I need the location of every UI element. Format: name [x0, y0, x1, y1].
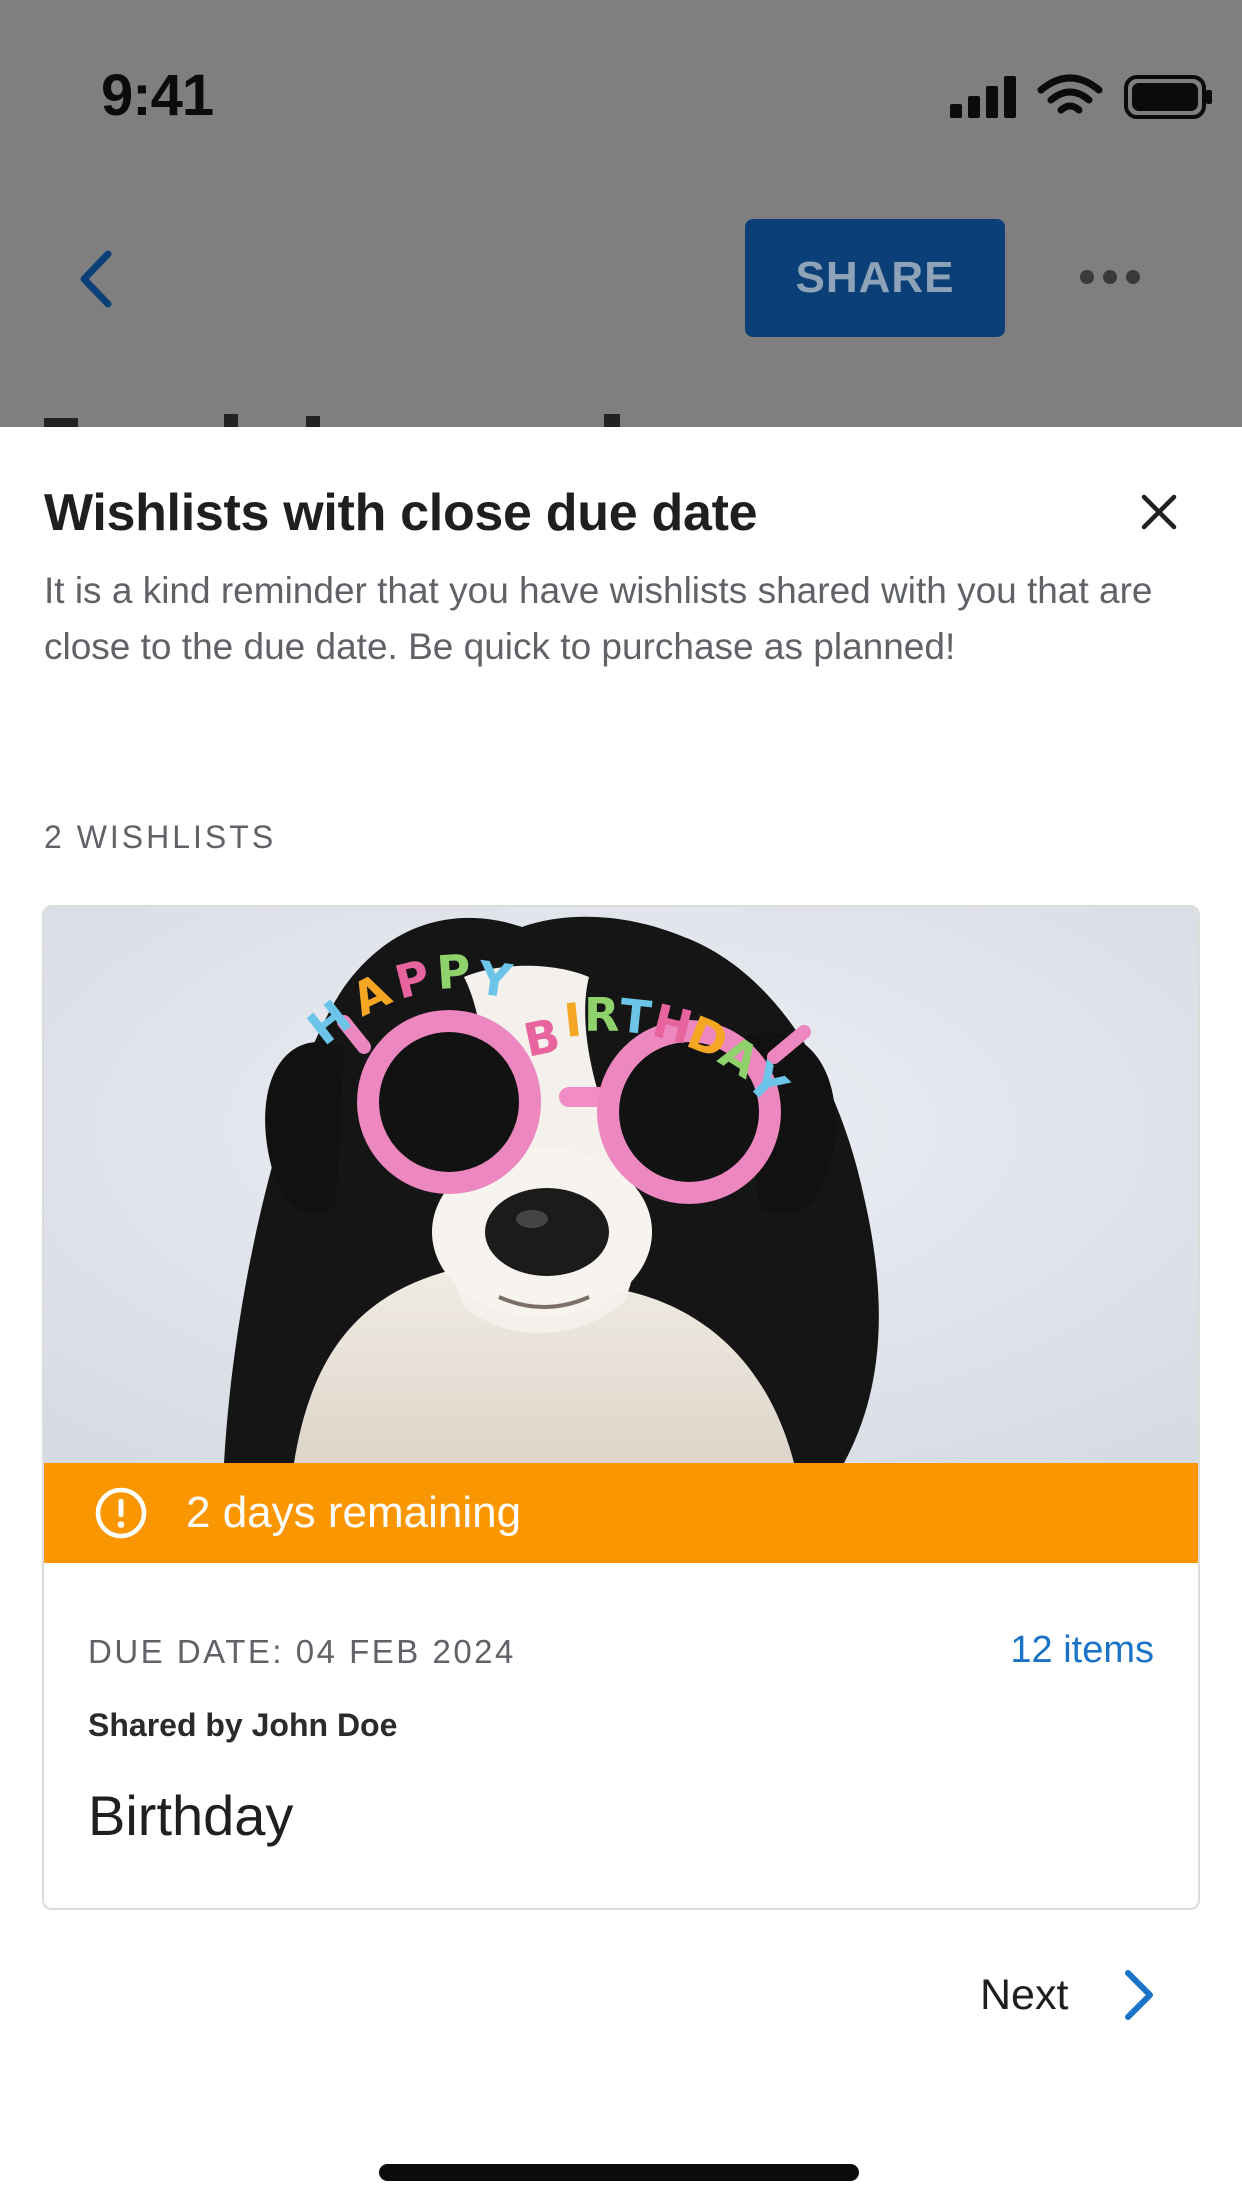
svg-text:P: P: [435, 944, 472, 1000]
wishlist-count-label: 2 WISHLISTS: [44, 819, 277, 855]
days-remaining-text: 2 days remaining: [186, 1488, 522, 1537]
shared-by-label: Shared by John Doe: [88, 1707, 398, 1743]
screen: 9:41 SHARE Wishlists with close due date…: [0, 0, 1242, 2208]
share-button[interactable]: SHARE: [745, 219, 1005, 337]
more-horizontal-icon[interactable]: [1078, 266, 1142, 288]
battery-icon: [1124, 75, 1212, 119]
bottom-sheet: Wishlists with close due date It is a ki…: [0, 427, 1242, 2208]
wishlist-title: Birthday: [88, 1784, 294, 1847]
sheet-title: Wishlists with close due date: [44, 484, 758, 542]
wifi-icon: [1037, 74, 1103, 114]
sheet-description: It is a kind reminder that you have wish…: [44, 570, 1153, 667]
items-count-link[interactable]: 12 items: [1010, 1629, 1154, 1672]
wishlist-cover-image: H A P P Y B I R T H D A Y: [44, 907, 1198, 1463]
cellular-signal-icon: [950, 76, 1016, 118]
home-indicator[interactable]: [379, 2164, 859, 2181]
next-button[interactable]: Next: [980, 1955, 1158, 2035]
partially-hidden-heading: [44, 414, 620, 427]
due-soon-banner: 2 days remaining: [44, 1463, 1198, 1563]
back-chevron-icon[interactable]: [72, 246, 120, 312]
status-icons: [950, 74, 1212, 119]
svg-text:R: R: [584, 988, 619, 1042]
close-icon[interactable]: [1136, 489, 1182, 535]
next-label: Next: [980, 1970, 1069, 2019]
chevron-right-icon: [1125, 1970, 1154, 2020]
status-time: 9:41: [101, 63, 214, 128]
wishlist-card[interactable]: H A P P Y B I R T H D A Y 2 days remaini…: [42, 905, 1200, 1910]
dimmed-background-app[interactable]: 9:41 SHARE: [0, 0, 1242, 427]
alert-circle-icon: [95, 1487, 147, 1539]
due-date-label: DUE DATE: 04 FEB 2024: [88, 1633, 516, 1670]
